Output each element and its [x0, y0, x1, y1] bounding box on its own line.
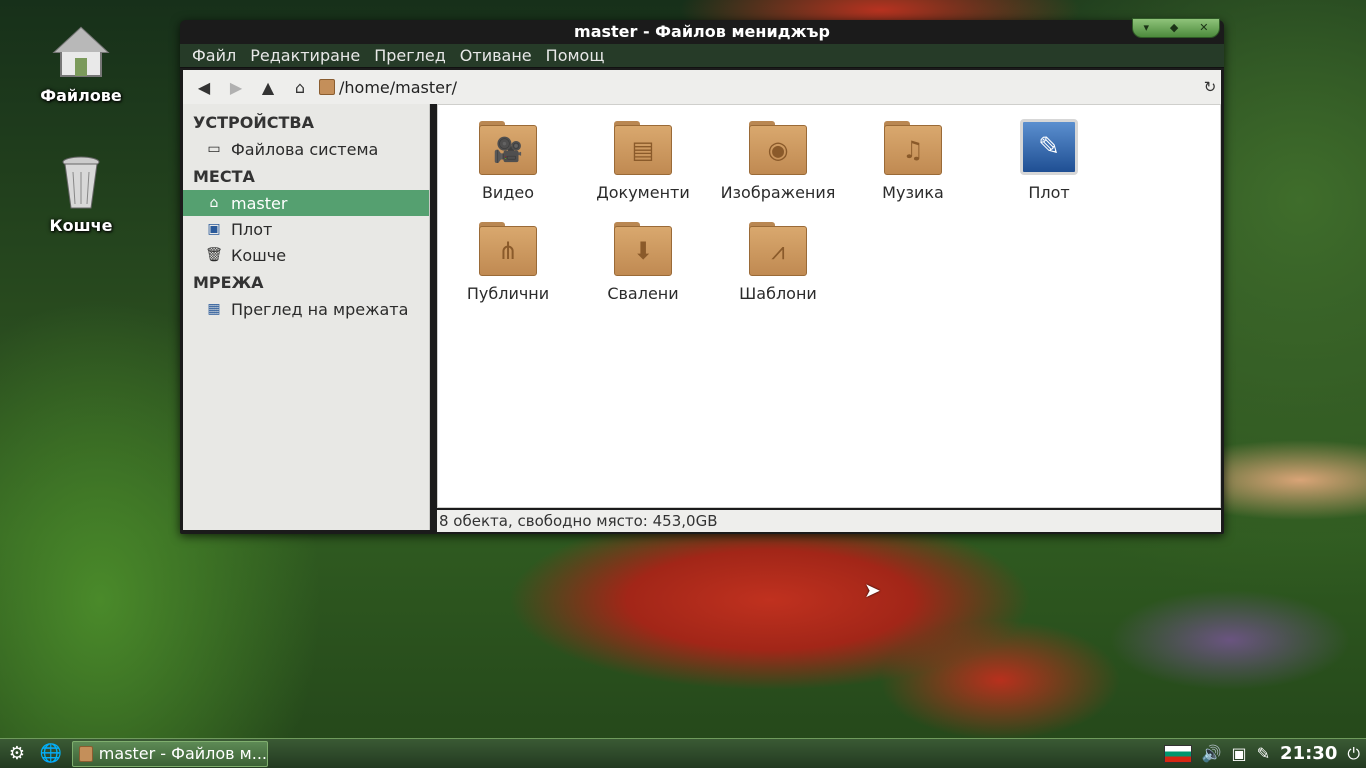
- folder-icon: [79, 745, 93, 762]
- pictures-folder-icon: ◉: [749, 119, 807, 175]
- globe-icon: 🌐: [39, 743, 63, 764]
- desktop-icon-files[interactable]: Файлове: [31, 22, 131, 105]
- location-path: /home/master/: [339, 77, 457, 97]
- file-view[interactable]: 🎥 Видео ▤ Документи ◉ Изображения ♫ Музи…: [437, 104, 1221, 508]
- desktop-icon: ▣: [207, 221, 221, 237]
- drive-icon: ▭: [207, 141, 221, 157]
- maximize-icon[interactable]: ◆: [1170, 16, 1178, 40]
- music-folder-icon: ♫: [884, 119, 942, 175]
- menu-button[interactable]: ⚙: [0, 740, 34, 768]
- file-item-desktop[interactable]: ✎ Плот: [984, 119, 1114, 202]
- video-folder-icon: 🎥: [479, 119, 537, 175]
- minimize-icon[interactable]: ▾: [1143, 16, 1149, 40]
- power-icon[interactable]: ⏻: [1347, 744, 1360, 764]
- file-manager-window: master - Файлов мениджър ▾ ◆ ✕ Файл Реда…: [180, 18, 1224, 534]
- taskbar-task-file-manager[interactable]: master - Файлов м...: [72, 740, 268, 767]
- documents-folder-icon: ▤: [614, 119, 672, 175]
- desktop-icon: ✎: [1020, 119, 1078, 175]
- system-tray: 🔊 ▣ ✎ 21:30 ⏻: [1163, 743, 1366, 764]
- file-label: Видео: [481, 183, 535, 202]
- folder-home-icon: [319, 79, 335, 95]
- window-controls: ▾ ◆ ✕: [1132, 18, 1220, 38]
- sidebar-item-label: Плот: [231, 219, 273, 239]
- sidebar-item-label: Кошче: [231, 245, 287, 265]
- location-field[interactable]: /home/master/: [319, 75, 1189, 99]
- file-item-documents[interactable]: ▤ Документи: [578, 119, 708, 202]
- toolbar: ◀ ▶ ▲ ⌂ /home/master/ ↻: [183, 70, 1221, 104]
- arrow-up-icon: ▲: [261, 77, 275, 97]
- file-label: Музика: [882, 183, 944, 202]
- home-icon: ⌂: [294, 77, 306, 97]
- sidebar-item-master[interactable]: ⌂ master: [183, 190, 429, 216]
- menu-edit[interactable]: Редактиране: [250, 46, 360, 65]
- file-label: Публични: [466, 284, 550, 303]
- sidebar: УСТРОЙСТВА ▭ Файлова система МЕСТА ⌂ mas…: [183, 104, 430, 530]
- file-label: Шаблони: [739, 284, 817, 303]
- file-item-pictures[interactable]: ◉ Изображения: [713, 119, 843, 202]
- reload-icon: ↻: [1203, 78, 1217, 96]
- clock[interactable]: 21:30: [1280, 743, 1337, 764]
- downloads-folder-icon: ⬇: [614, 220, 672, 276]
- pen-icon[interactable]: ✎: [1257, 744, 1270, 763]
- gear-icon: ⚙: [8, 743, 26, 764]
- arrow-left-icon: ◀: [197, 77, 211, 97]
- sidebar-item-network[interactable]: ▦ Преглед на мрежата: [183, 296, 429, 322]
- home-icon: ⌂: [209, 195, 219, 211]
- arrow-right-icon: ▶: [229, 77, 243, 97]
- desktop-icon-label: Файлове: [40, 86, 122, 105]
- sidebar-heading-devices: УСТРОЙСТВА: [193, 112, 314, 132]
- window-title: master - Файлов мениджър: [574, 22, 830, 41]
- back-button[interactable]: ◀: [191, 75, 217, 99]
- sidebar-item-filesystem[interactable]: ▭ Файлова система: [183, 136, 429, 162]
- file-item-public[interactable]: ⋔ Публични: [443, 220, 573, 303]
- mouse-cursor-icon: ➤: [864, 578, 881, 602]
- window-titlebar[interactable]: master - Файлов мениджър ▾ ◆ ✕: [180, 18, 1224, 44]
- status-text: 8 обекта, свободно място: 453,0GB: [439, 512, 718, 530]
- file-label: Документи: [596, 183, 690, 202]
- file-item-music[interactable]: ♫ Музика: [848, 119, 978, 202]
- menu-help[interactable]: Помощ: [546, 46, 605, 65]
- file-item-downloads[interactable]: ⬇ Свалени: [578, 220, 708, 303]
- trash-icon: [51, 152, 111, 212]
- home-button[interactable]: ⌂: [287, 75, 313, 99]
- menu-go[interactable]: Отиване: [460, 46, 532, 65]
- file-label: Свалени: [607, 284, 679, 303]
- sidebar-item-trash[interactable]: 🗑 Кошче: [183, 242, 429, 268]
- file-item-video[interactable]: 🎥 Видео: [443, 119, 573, 202]
- sidebar-heading-network: МРЕЖА: [193, 272, 264, 292]
- taskbar: ⚙ 🌐 master - Файлов м... 🔊 ▣ ✎ 21:30 ⏻: [0, 738, 1366, 768]
- trash-icon: 🗑: [205, 247, 223, 263]
- browser-launcher[interactable]: 🌐: [34, 740, 68, 768]
- sidebar-item-label: Преглед на мрежата: [231, 299, 409, 319]
- menubar: Файл Редактиране Преглед Отиване Помощ: [180, 44, 1224, 68]
- status-bar: 8 обекта, свободно място: 453,0GB: [437, 510, 1221, 532]
- reload-button[interactable]: ↻: [1199, 78, 1221, 96]
- up-button[interactable]: ▲: [255, 75, 281, 99]
- volume-icon[interactable]: 🔊: [1202, 744, 1222, 763]
- sidebar-heading-places: МЕСТА: [193, 166, 255, 186]
- file-label: Изображения: [720, 183, 836, 202]
- keyboard-layout-flag-icon[interactable]: [1163, 744, 1192, 763]
- sidebar-item-label: Файлова система: [231, 139, 379, 159]
- file-item-templates[interactable]: ⩘ Шаблони: [713, 220, 843, 303]
- menu-view[interactable]: Преглед: [374, 46, 446, 65]
- sidebar-item-label: master: [231, 193, 288, 213]
- network-icon[interactable]: ▣: [1232, 744, 1247, 763]
- public-folder-icon: ⋔: [479, 220, 537, 276]
- task-label: master - Файлов м...: [98, 744, 267, 763]
- home-icon: [51, 22, 111, 82]
- desktop-icon-label: Кошче: [49, 216, 113, 235]
- close-icon[interactable]: ✕: [1199, 16, 1208, 40]
- file-label: Плот: [1028, 183, 1070, 202]
- menu-file[interactable]: Файл: [192, 46, 236, 65]
- forward-button[interactable]: ▶: [223, 75, 249, 99]
- network-icon: ▦: [207, 301, 221, 317]
- desktop-icon-trash[interactable]: Кошче: [31, 152, 131, 235]
- sidebar-item-desktop[interactable]: ▣ Плот: [183, 216, 429, 242]
- templates-folder-icon: ⩘: [749, 220, 807, 276]
